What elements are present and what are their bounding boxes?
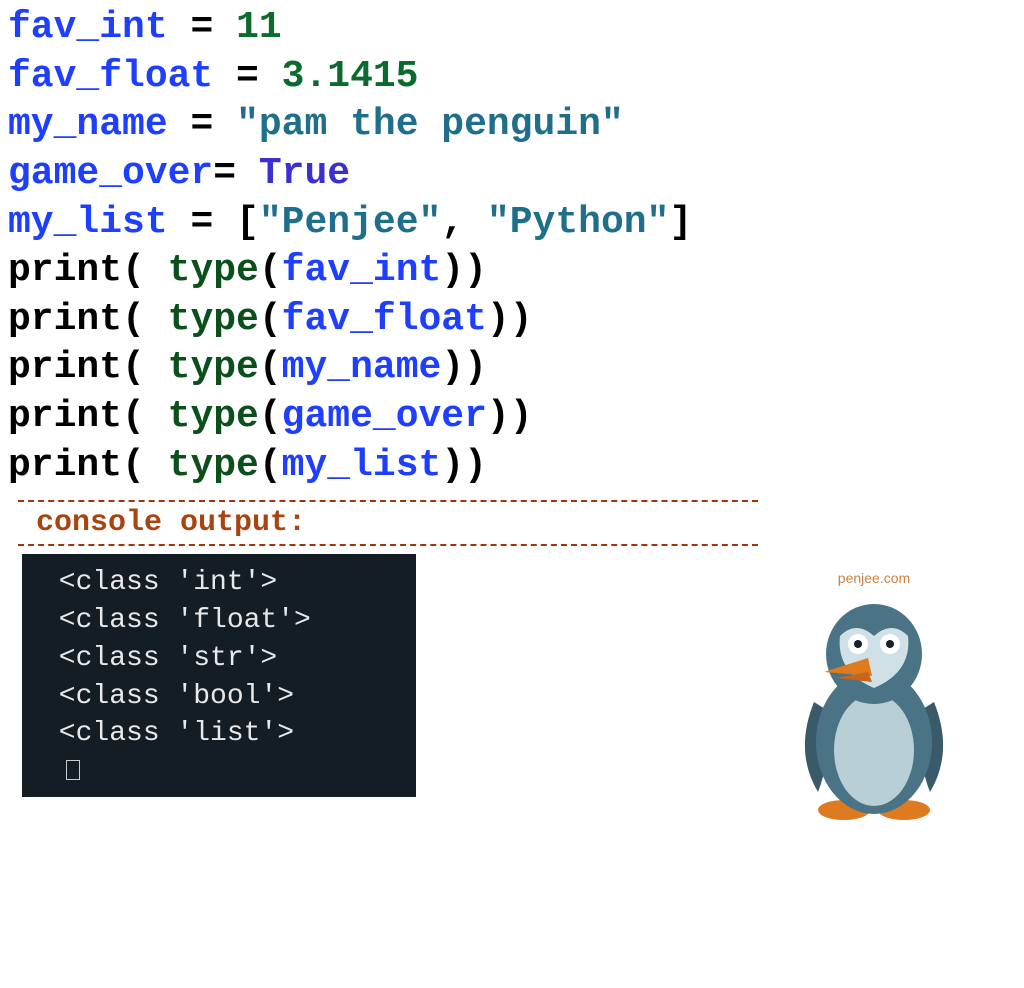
console-output: <class 'int'> <class 'float'> <class 'st…	[22, 554, 416, 797]
python-source-code: fav_int = 11fav_float = 3.1415my_name = …	[8, 4, 1016, 490]
penguin-icon	[784, 592, 964, 822]
console-output-label: console output:	[36, 506, 1016, 540]
separator-bottom	[18, 544, 758, 546]
penguin-caption: penjee.com	[764, 570, 984, 586]
separator-top	[18, 500, 758, 502]
penguin-mascot: penjee.com	[764, 570, 984, 827]
